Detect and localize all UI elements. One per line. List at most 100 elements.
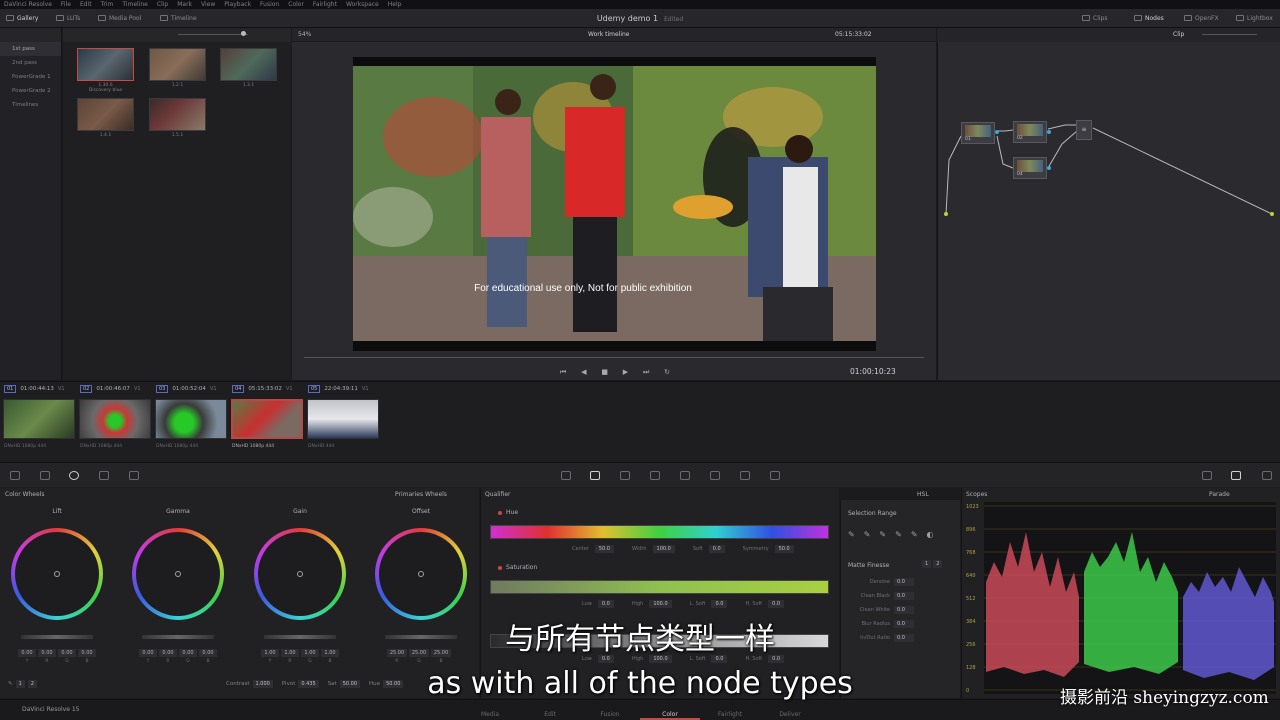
qualifier-mode-dropdown[interactable]: HSL: [917, 491, 929, 498]
page-color[interactable]: Color: [640, 711, 700, 718]
sat-lsoft-field[interactable]: 0.0: [711, 600, 728, 608]
still-thumbnail[interactable]: [77, 48, 134, 81]
wheel-puck[interactable]: [418, 571, 424, 577]
skip-back-icon[interactable]: ⏮: [560, 368, 566, 377]
sat-low-field[interactable]: 0.0: [597, 600, 614, 608]
page-media[interactable]: Media: [460, 711, 520, 718]
menu-item[interactable]: Fusion: [260, 1, 279, 8]
page-fusion[interactable]: Fusion: [580, 711, 640, 718]
menu-item[interactable]: Clip: [157, 1, 168, 8]
gamma-wheel[interactable]: [132, 528, 224, 620]
gallery-zoom-slider[interactable]: [178, 34, 248, 35]
page-fairlight[interactable]: Fairlight: [700, 711, 760, 718]
expand-icon[interactable]: [1262, 471, 1272, 480]
gain-wheel[interactable]: [254, 528, 346, 620]
node-02[interactable]: 02: [1013, 121, 1047, 143]
still-group-item[interactable]: PowerGrade 2: [0, 84, 61, 98]
nodes-button[interactable]: Nodes: [1134, 13, 1164, 23]
window-icon[interactable]: [620, 471, 630, 480]
picker-plus-icon[interactable]: ✎: [879, 530, 886, 539]
invert-icon[interactable]: ◐: [927, 530, 934, 539]
scope-mode-dropdown[interactable]: Parade: [1209, 491, 1230, 498]
saturation-range-bar[interactable]: [490, 580, 829, 594]
still-group-item[interactable]: PowerGrade 1: [0, 70, 61, 84]
wheel-puck[interactable]: [175, 571, 181, 577]
clip-thumbnail-selected[interactable]: [231, 399, 303, 439]
menu-item[interactable]: Workspace: [346, 1, 379, 8]
clip-thumbnail[interactable]: [155, 399, 227, 439]
sizing-icon[interactable]: [740, 471, 750, 480]
media-pool-button[interactable]: Media Pool: [98, 13, 141, 23]
node-04[interactable]: 04: [1013, 157, 1047, 179]
menu-item[interactable]: Playback: [224, 1, 251, 8]
blur-icon[interactable]: [680, 471, 690, 480]
hue-width-field[interactable]: 100.0: [652, 545, 675, 553]
node-01[interactable]: 01: [961, 122, 995, 144]
hue-range-bar[interactable]: [490, 525, 829, 539]
loop-icon[interactable]: ↻: [664, 368, 670, 376]
lift-wheel[interactable]: [11, 528, 103, 620]
stop-icon[interactable]: ■: [601, 368, 608, 376]
luts-button[interactable]: LUTs: [56, 13, 80, 23]
hue-enable-dot[interactable]: [498, 510, 502, 515]
page-edit[interactable]: Edit: [520, 711, 580, 718]
still-group-item[interactable]: 2nd pass: [0, 56, 61, 70]
gallery-button[interactable]: Gallery: [6, 13, 38, 23]
key-icon[interactable]: [710, 471, 720, 480]
clips-button[interactable]: Clips: [1082, 13, 1107, 23]
wheel-puck[interactable]: [54, 571, 60, 577]
clip-thumbnail[interactable]: [79, 399, 151, 439]
still-group-item[interactable]: 1st pass: [0, 42, 61, 56]
slider-handle[interactable]: [241, 31, 246, 36]
menu-item[interactable]: Help: [388, 1, 402, 8]
menu-item[interactable]: Edit: [80, 1, 92, 8]
menu-item[interactable]: Timeline: [122, 1, 148, 8]
offset-wheel[interactable]: [375, 528, 467, 620]
still-thumbnail[interactable]: [77, 98, 134, 131]
curves-icon[interactable]: [561, 471, 571, 480]
sat-hsoft-field[interactable]: 0.0: [768, 600, 785, 608]
wheel-puck[interactable]: [297, 571, 303, 577]
picker-icon[interactable]: ✎: [848, 530, 855, 539]
menu-item[interactable]: DaVinci Resolve: [4, 1, 52, 8]
feather-plus-icon[interactable]: ✎: [911, 530, 918, 539]
qualifier-icon[interactable]: [590, 471, 600, 480]
clip-thumbnail[interactable]: [307, 399, 379, 439]
saturation-enable-dot[interactable]: [498, 565, 502, 570]
still-group-item[interactable]: Timelines: [0, 98, 61, 112]
still-thumbnail[interactable]: [220, 48, 277, 81]
camera-raw-icon[interactable]: [10, 471, 20, 480]
viewer-image[interactable]: For educational use only, Not for public…: [353, 57, 876, 351]
menu-item[interactable]: Mark: [177, 1, 192, 8]
zoom-level[interactable]: 54%: [298, 31, 311, 38]
color-wheels-icon[interactable]: [69, 471, 79, 480]
menu-item[interactable]: File: [61, 1, 71, 8]
play-reverse-icon[interactable]: ◀: [581, 368, 586, 376]
play-icon[interactable]: ▶: [623, 368, 628, 376]
motion-effects-icon[interactable]: [129, 471, 139, 480]
hue-soft-field[interactable]: 0.0: [708, 545, 725, 553]
viewer-scrubber[interactable]: [304, 357, 924, 358]
scopes-icon[interactable]: [1231, 471, 1241, 480]
skip-forward-icon[interactable]: ⏭: [643, 368, 649, 377]
timeline-button[interactable]: Timeline: [160, 13, 197, 23]
tracker-icon[interactable]: [650, 471, 660, 480]
still-thumbnail[interactable]: [149, 98, 206, 131]
color-match-icon[interactable]: [40, 471, 50, 480]
timeline-name[interactable]: Work timeline: [588, 31, 629, 38]
menu-item[interactable]: View: [201, 1, 215, 8]
wheels-mode-dropdown[interactable]: Primaries Wheels: [395, 491, 447, 498]
sat-high-field[interactable]: 100.0: [649, 600, 672, 608]
clip-thumbnail[interactable]: [3, 399, 75, 439]
menu-item[interactable]: Trim: [101, 1, 114, 8]
layer-mixer-node[interactable]: ≡: [1076, 120, 1092, 140]
page-deliver[interactable]: Deliver: [760, 711, 820, 718]
feather-minus-icon[interactable]: ✎: [895, 530, 902, 539]
3d-icon[interactable]: [770, 471, 780, 480]
lightbox-button[interactable]: Lightbox: [1236, 13, 1273, 23]
still-thumbnail[interactable]: [149, 48, 206, 81]
picker-minus-icon[interactable]: ✎: [864, 530, 871, 539]
info-icon[interactable]: [1202, 471, 1212, 480]
rgb-mixer-icon[interactable]: [99, 471, 109, 480]
hue-symmetry-field[interactable]: 50.0: [774, 545, 794, 553]
